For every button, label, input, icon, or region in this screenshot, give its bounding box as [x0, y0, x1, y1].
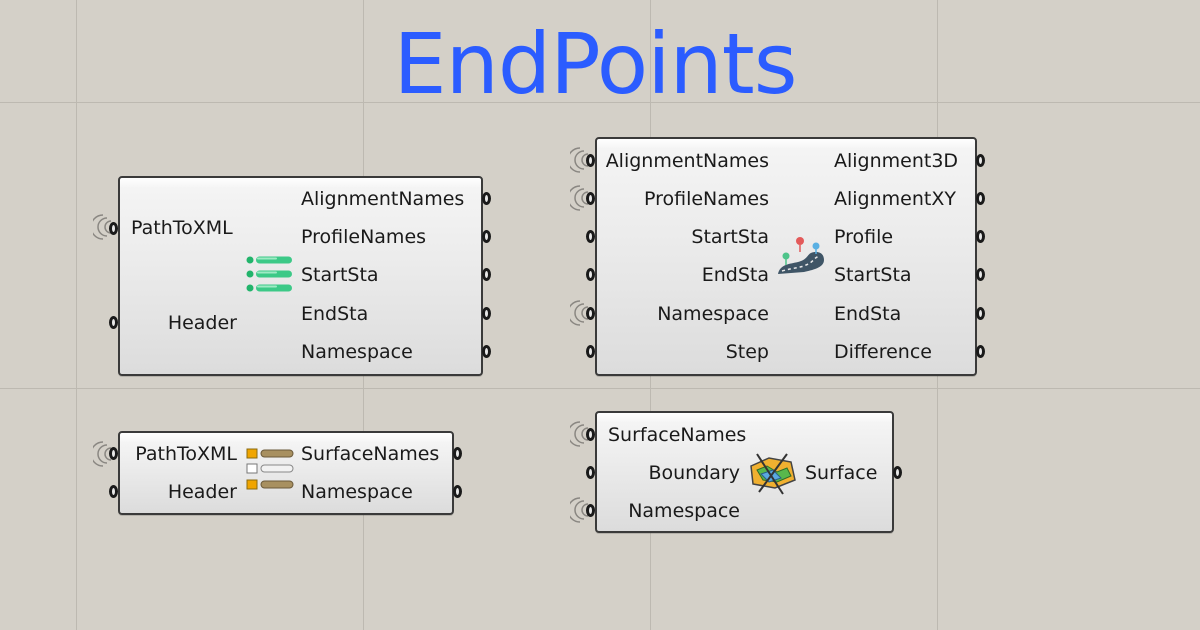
input-label: AlignmentNames: [605, 150, 769, 172]
input-label: PathToXML: [135, 443, 237, 465]
input-port[interactable]: [586, 268, 595, 281]
terrain-map-icon: [750, 453, 796, 495]
input-label: Step: [725, 341, 769, 363]
input-port[interactable]: [586, 466, 595, 479]
output-port[interactable]: [482, 307, 491, 320]
output-port[interactable]: [976, 192, 985, 205]
input-port[interactable]: [586, 307, 595, 320]
input-label: Boundary: [648, 462, 740, 484]
input-label: PathToXML: [131, 217, 233, 239]
output-port[interactable]: [482, 345, 491, 358]
output-label: StartSta: [834, 264, 912, 286]
output-label: StartSta: [301, 264, 379, 286]
output-label: Namespace: [301, 481, 413, 503]
input-port[interactable]: [109, 222, 118, 235]
input-port[interactable]: [109, 485, 118, 498]
input-label: Header: [167, 312, 237, 334]
input-port[interactable]: [586, 428, 595, 441]
output-port[interactable]: [453, 447, 462, 460]
output-label: AlignmentNames: [301, 188, 465, 210]
output-label: SurfaceNames: [301, 443, 440, 465]
output-port[interactable]: [976, 345, 985, 358]
input-label: SurfaceNames: [608, 424, 747, 446]
input-port[interactable]: [109, 316, 118, 329]
input-port[interactable]: [586, 192, 595, 205]
output-port[interactable]: [482, 230, 491, 243]
output-label: ProfileNames: [301, 226, 427, 248]
output-port[interactable]: [482, 192, 491, 205]
output-port[interactable]: [976, 230, 985, 243]
input-label: StartSta: [691, 226, 769, 248]
input-label: ProfileNames: [643, 188, 769, 210]
output-port[interactable]: [453, 485, 462, 498]
input-port[interactable]: [586, 230, 595, 243]
output-port[interactable]: [976, 268, 985, 281]
output-port[interactable]: [482, 268, 491, 281]
output-label: Profile: [834, 226, 894, 248]
input-label: Namespace: [628, 500, 740, 522]
output-label: EndSta: [834, 303, 902, 325]
output-label: Surface: [805, 462, 878, 484]
input-label: Namespace: [657, 303, 769, 325]
output-label: EndSta: [301, 303, 369, 325]
output-label: Alignment3D: [834, 150, 959, 172]
page-title: EndPoints: [393, 15, 798, 113]
input-port[interactable]: [586, 345, 595, 358]
output-label: AlignmentXY: [834, 188, 956, 210]
list-icon: [246, 256, 292, 292]
output-label: Namespace: [301, 341, 413, 363]
input-port[interactable]: [586, 504, 595, 517]
input-label: Header: [167, 481, 237, 503]
input-port[interactable]: [586, 154, 595, 167]
output-label: Difference: [834, 341, 932, 363]
road-icon: [778, 237, 824, 274]
canvas-grid-line: [0, 388, 1200, 389]
output-port[interactable]: [976, 307, 985, 320]
surface-list-icon: [246, 448, 294, 490]
input-port[interactable]: [109, 447, 118, 460]
output-port[interactable]: [976, 154, 985, 167]
input-label: EndSta: [701, 264, 769, 286]
output-port[interactable]: [893, 466, 902, 479]
